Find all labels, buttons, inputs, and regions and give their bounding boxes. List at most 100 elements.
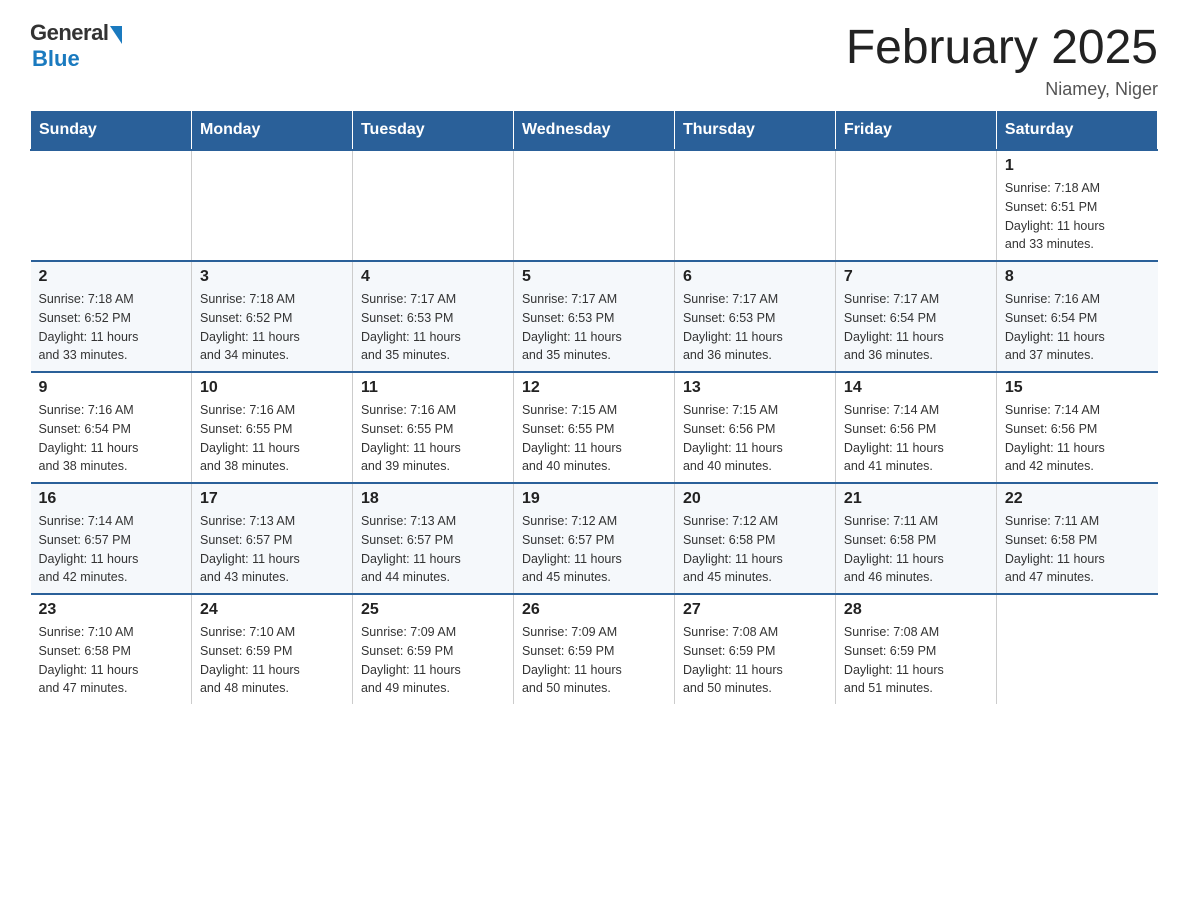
day-number: 13 (683, 379, 827, 397)
day-info: Sunrise: 7:16 AM Sunset: 6:55 PM Dayligh… (200, 401, 344, 476)
day-number: 2 (39, 268, 183, 286)
day-number: 12 (522, 379, 666, 397)
calendar-week-row: 16 Sunrise: 7:14 AM Sunset: 6:57 PM Dayli… (31, 483, 1158, 594)
calendar-day-cell: 26 Sunrise: 7:09 AM Sunset: 6:59 PM Dayli… (513, 594, 674, 704)
day-number: 23 (39, 601, 183, 619)
calendar-day-cell (352, 150, 513, 261)
day-info: Sunrise: 7:16 AM Sunset: 6:54 PM Dayligh… (39, 401, 183, 476)
day-of-week-header: Friday (835, 111, 996, 151)
calendar-day-cell (996, 594, 1157, 704)
day-number: 3 (200, 268, 344, 286)
day-number: 28 (844, 601, 988, 619)
day-info: Sunrise: 7:15 AM Sunset: 6:56 PM Dayligh… (683, 401, 827, 476)
calendar-day-cell: 8Sunrise: 7:16 AM Sunset: 6:54 PM Daylig… (996, 261, 1157, 372)
calendar-day-cell: 22 Sunrise: 7:11 AM Sunset: 6:58 PM Dayli… (996, 483, 1157, 594)
day-of-week-header: Sunday (31, 111, 192, 151)
day-info: Sunrise: 7:16 AM Sunset: 6:55 PM Dayligh… (361, 401, 505, 476)
day-of-week-header: Wednesday (513, 111, 674, 151)
page-header: General Blue February 2025 Niamey, Niger (30, 20, 1158, 100)
calendar-day-cell: 25 Sunrise: 7:09 AM Sunset: 6:59 PM Dayli… (352, 594, 513, 704)
day-number: 26 (522, 601, 666, 619)
day-number: 17 (200, 490, 344, 508)
day-number: 21 (844, 490, 988, 508)
calendar-week-row: 23Sunrise: 7:10 AM Sunset: 6:58 PM Dayli… (31, 594, 1158, 704)
day-of-week-header: Saturday (996, 111, 1157, 151)
calendar-day-cell: 15 Sunrise: 7:14 AM Sunset: 6:56 PM Dayli… (996, 372, 1157, 483)
day-number: 14 (844, 379, 988, 397)
calendar-day-cell: 19Sunrise: 7:12 AM Sunset: 6:57 PM Dayli… (513, 483, 674, 594)
calendar-header-row: SundayMondayTuesdayWednesdayThursdayFrid… (31, 111, 1158, 151)
calendar-day-cell (191, 150, 352, 261)
day-info: Sunrise: 7:17 AM Sunset: 6:53 PM Dayligh… (683, 290, 827, 365)
day-info: Sunrise: 7:17 AM Sunset: 6:54 PM Dayligh… (844, 290, 988, 365)
day-of-week-header: Monday (191, 111, 352, 151)
day-info: Sunrise: 7:13 AM Sunset: 6:57 PM Dayligh… (200, 512, 344, 587)
day-info: Sunrise: 7:08 AM Sunset: 6:59 PM Dayligh… (683, 623, 827, 698)
calendar-day-cell (31, 150, 192, 261)
day-info: Sunrise: 7:11 AM Sunset: 6:58 PM Dayligh… (844, 512, 988, 587)
calendar-week-row: 1 Sunrise: 7:18 AM Sunset: 6:51 PM Daylig… (31, 150, 1158, 261)
day-number: 16 (39, 490, 183, 508)
day-number: 5 (522, 268, 666, 286)
day-info: Sunrise: 7:15 AM Sunset: 6:55 PM Dayligh… (522, 401, 666, 476)
day-info: Sunrise: 7:13 AM Sunset: 6:57 PM Dayligh… (361, 512, 505, 587)
calendar-week-row: 2 Sunrise: 7:18 AM Sunset: 6:52 PM Daylig… (31, 261, 1158, 372)
logo-general-text: General (30, 20, 108, 46)
day-info: Sunrise: 7:17 AM Sunset: 6:53 PM Dayligh… (522, 290, 666, 365)
day-info: Sunrise: 7:14 AM Sunset: 6:56 PM Dayligh… (1005, 401, 1150, 476)
calendar-day-cell: 18 Sunrise: 7:13 AM Sunset: 6:57 PM Dayli… (352, 483, 513, 594)
logo: General Blue (30, 20, 122, 72)
calendar-day-cell: 21 Sunrise: 7:11 AM Sunset: 6:58 PM Dayli… (835, 483, 996, 594)
calendar-day-cell: 10 Sunrise: 7:16 AM Sunset: 6:55 PM Dayli… (191, 372, 352, 483)
day-of-week-header: Tuesday (352, 111, 513, 151)
day-number: 4 (361, 268, 505, 286)
day-info: Sunrise: 7:14 AM Sunset: 6:56 PM Dayligh… (844, 401, 988, 476)
day-number: 11 (361, 379, 505, 397)
day-number: 22 (1005, 490, 1150, 508)
calendar-day-cell: 17 Sunrise: 7:13 AM Sunset: 6:57 PM Dayli… (191, 483, 352, 594)
day-info: Sunrise: 7:10 AM Sunset: 6:59 PM Dayligh… (200, 623, 344, 698)
calendar-day-cell: 28 Sunrise: 7:08 AM Sunset: 6:59 PM Dayli… (835, 594, 996, 704)
day-info: Sunrise: 7:09 AM Sunset: 6:59 PM Dayligh… (522, 623, 666, 698)
day-number: 8 (1005, 268, 1150, 286)
day-info: Sunrise: 7:09 AM Sunset: 6:59 PM Dayligh… (361, 623, 505, 698)
calendar-day-cell: 24 Sunrise: 7:10 AM Sunset: 6:59 PM Dayli… (191, 594, 352, 704)
day-number: 6 (683, 268, 827, 286)
day-number: 24 (200, 601, 344, 619)
logo-arrow-icon (110, 26, 122, 44)
day-number: 27 (683, 601, 827, 619)
day-info: Sunrise: 7:08 AM Sunset: 6:59 PM Dayligh… (844, 623, 988, 698)
day-info: Sunrise: 7:11 AM Sunset: 6:58 PM Dayligh… (1005, 512, 1150, 587)
calendar-day-cell: 2 Sunrise: 7:18 AM Sunset: 6:52 PM Daylig… (31, 261, 192, 372)
calendar-day-cell: 4 Sunrise: 7:17 AM Sunset: 6:53 PM Daylig… (352, 261, 513, 372)
title-area: February 2025 Niamey, Niger (846, 20, 1158, 100)
day-number: 1 (1005, 157, 1150, 175)
day-number: 25 (361, 601, 505, 619)
day-info: Sunrise: 7:18 AM Sunset: 6:51 PM Dayligh… (1005, 179, 1150, 254)
day-number: 7 (844, 268, 988, 286)
calendar-day-cell: 27 Sunrise: 7:08 AM Sunset: 6:59 PM Dayli… (674, 594, 835, 704)
day-info: Sunrise: 7:12 AM Sunset: 6:58 PM Dayligh… (683, 512, 827, 587)
logo-blue-text: Blue (32, 46, 80, 72)
calendar-day-cell: 5 Sunrise: 7:17 AM Sunset: 6:53 PM Daylig… (513, 261, 674, 372)
calendar-table: SundayMondayTuesdayWednesdayThursdayFrid… (30, 110, 1158, 704)
day-number: 20 (683, 490, 827, 508)
calendar-day-cell: 12 Sunrise: 7:15 AM Sunset: 6:55 PM Dayli… (513, 372, 674, 483)
calendar-day-cell: 13 Sunrise: 7:15 AM Sunset: 6:56 PM Dayli… (674, 372, 835, 483)
day-info: Sunrise: 7:18 AM Sunset: 6:52 PM Dayligh… (39, 290, 183, 365)
day-info: Sunrise: 7:18 AM Sunset: 6:52 PM Dayligh… (200, 290, 344, 365)
day-of-week-header: Thursday (674, 111, 835, 151)
day-number: 18 (361, 490, 505, 508)
calendar-day-cell: 23Sunrise: 7:10 AM Sunset: 6:58 PM Dayli… (31, 594, 192, 704)
calendar-week-row: 9Sunrise: 7:16 AM Sunset: 6:54 PM Daylig… (31, 372, 1158, 483)
day-info: Sunrise: 7:14 AM Sunset: 6:57 PM Dayligh… (39, 512, 183, 587)
day-number: 19 (522, 490, 666, 508)
day-number: 15 (1005, 379, 1150, 397)
calendar-day-cell: 1 Sunrise: 7:18 AM Sunset: 6:51 PM Daylig… (996, 150, 1157, 261)
calendar-day-cell: 9Sunrise: 7:16 AM Sunset: 6:54 PM Daylig… (31, 372, 192, 483)
day-info: Sunrise: 7:17 AM Sunset: 6:53 PM Dayligh… (361, 290, 505, 365)
location-subtitle: Niamey, Niger (846, 79, 1158, 100)
calendar-day-cell (674, 150, 835, 261)
calendar-day-cell (835, 150, 996, 261)
day-number: 10 (200, 379, 344, 397)
